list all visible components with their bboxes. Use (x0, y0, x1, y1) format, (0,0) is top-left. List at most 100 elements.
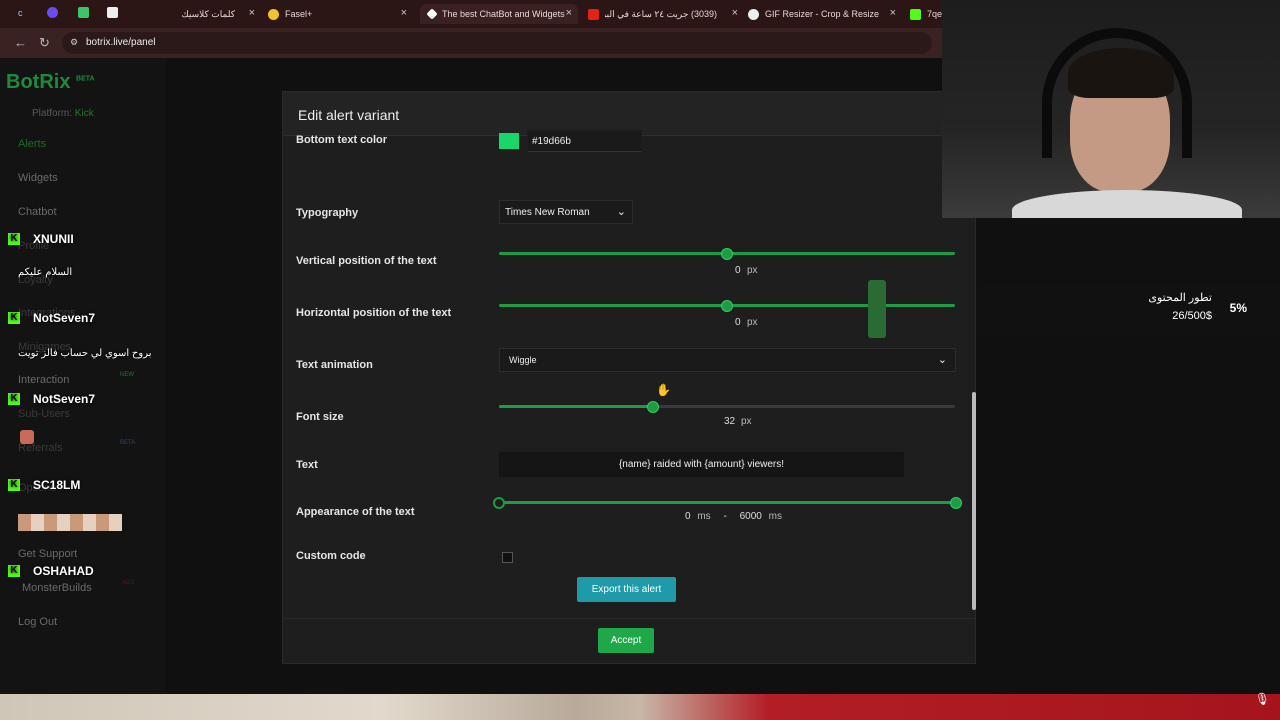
close-icon[interactable]: × (249, 7, 255, 19)
font-size-knob[interactable] (647, 401, 659, 413)
kick-icon: K (8, 479, 20, 491)
horizontal-position-knob[interactable] (721, 300, 733, 312)
chat-username: SC18LM (33, 478, 81, 492)
beta-badge: BETA (120, 440, 136, 446)
appearance-range-slider[interactable] (499, 501, 957, 504)
shirt (1012, 190, 1242, 218)
reload-icon[interactable]: ↻ (39, 35, 50, 51)
address-bar: ← ↻ ⚙ botrix.live/panel (0, 28, 942, 58)
emote-icon (20, 430, 34, 444)
export-alert-button[interactable]: Export this alert (577, 577, 676, 602)
text-input-value: {name} raided with {amount} viewers! (618, 459, 785, 470)
goal-name: تطور المحتوى (1148, 292, 1212, 304)
text-input[interactable]: {name} raided with {amount} viewers! (499, 452, 904, 477)
tab-0[interactable]: كلمات كلاسيك × (125, 4, 255, 24)
chat-user: K OSHAHAD (8, 564, 94, 578)
goal-progress: 26/500$ (1172, 310, 1212, 322)
accept-label: Accept (610, 635, 642, 646)
kick-icon (910, 8, 921, 20)
botrix-icon (426, 8, 438, 20)
appearance-end-knob[interactable] (950, 497, 962, 509)
vertical-position-value: 0 (735, 265, 741, 276)
close-icon[interactable]: × (890, 7, 896, 19)
kick-icon: K (8, 312, 20, 324)
sidebar-item-get-support[interactable]: Get Support (18, 548, 77, 560)
close-icon[interactable]: × (401, 7, 407, 19)
modal-scrollbar[interactable] (972, 392, 976, 610)
kick-icon: K (8, 233, 20, 245)
chat-username: NotSeven7 (33, 392, 96, 406)
sidebar-item-chatbot[interactable]: Chatbot (18, 206, 57, 218)
notes-icon[interactable] (107, 7, 118, 18)
site-info-icon[interactable]: ⚙ (70, 37, 78, 48)
tab-3[interactable]: (3039) جريت ٢٤ ساعة في البر لحالي × (588, 4, 738, 24)
color-swatch[interactable] (499, 133, 519, 149)
goal-percent: 5% (1229, 301, 1247, 315)
font-size-unit: px (741, 416, 752, 427)
proton-icon[interactable] (47, 7, 58, 18)
appearance-start-knob[interactable] (493, 497, 505, 509)
tab-4[interactable]: GIF Resizer - Crop & Resize Animated × (748, 4, 896, 24)
font-size-slider-fill (499, 405, 653, 408)
app-icon[interactable]: c (18, 8, 23, 18)
url-text: botrix.live/panel (86, 37, 156, 48)
chat-username: XNUNII (33, 232, 74, 246)
close-icon[interactable]: × (732, 7, 738, 19)
logo-badge: BETA (76, 75, 95, 83)
appearance-values: 0 ms - 6000 ms (685, 511, 782, 522)
sidebar-item-sub-users[interactable]: Sub-Users (18, 408, 70, 420)
tab-title: GIF Resizer - Crop & Resize Animated (765, 9, 880, 19)
custom-code-checkbox[interactable] (502, 552, 513, 563)
tab-title: 7qe (927, 9, 942, 19)
bottom-image-strip: 🎙 (0, 692, 1280, 720)
edit-alert-modal: Edit alert variant Bottom text color #19… (282, 91, 976, 664)
chat-user: K NotSeven7 (8, 311, 95, 325)
kick-icon: K (8, 565, 20, 577)
close-icon[interactable]: × (566, 7, 572, 19)
tab-2[interactable]: The best ChatBot and Widgets × (420, 4, 578, 24)
tab-title: Fasel+ (285, 9, 313, 19)
typography-select[interactable]: Times New Roman ⌄ (499, 200, 633, 224)
refresh-ext-icon[interactable] (78, 7, 89, 18)
sidebar-item-interaction[interactable]: Interaction (18, 374, 69, 386)
sidebar-item-log-out[interactable]: Log Out (18, 616, 57, 628)
youtube-icon (588, 8, 599, 20)
accept-button[interactable]: Accept (598, 628, 654, 653)
sidebar-item-alerts[interactable]: Alerts (18, 138, 46, 150)
text-animation-label: Text animation (296, 359, 373, 371)
text-animation-select[interactable]: Wiggle ⌄ (499, 348, 956, 372)
tab-title: كلمات كلاسيك (181, 8, 235, 19)
bottom-text-color-input[interactable]: #19d66b (527, 130, 642, 152)
chat-user: K SC18LM (8, 478, 80, 492)
emote-strip-image (18, 514, 122, 531)
typography-value: Times New Roman (505, 207, 590, 218)
hand-cursor-icon: ✋ (656, 383, 671, 397)
chat-user: K NotSeven7 (8, 392, 95, 406)
sidebar-item-monsterbuilds[interactable]: MonsterBuilds (22, 582, 92, 594)
cursor-highlight (868, 280, 886, 338)
platform-label: Platform: (32, 108, 73, 119)
font-size-label: Font size (296, 411, 344, 423)
export-alert-label: Export this alert (591, 584, 662, 595)
tab-5[interactable]: 7qe (910, 4, 942, 24)
logo[interactable]: BotRix BETA (6, 71, 95, 94)
gif-icon (748, 8, 759, 20)
vertical-position-unit: px (747, 265, 758, 276)
new-badge: NEW (120, 372, 134, 378)
appearance-to: 6000 (739, 511, 762, 522)
chat-message: السلام عليكم (18, 267, 73, 278)
kick-icon: K (8, 393, 20, 405)
back-icon[interactable]: ← (14, 35, 27, 50)
tab-1[interactable]: Fasel+ × (268, 4, 413, 24)
browser-tab-bar: c كلمات كلاسيك × Fasel+ × The best ChatB… (0, 0, 942, 28)
text-animation-value: Wiggle (509, 355, 537, 365)
url-field[interactable]: ⚙ botrix.live/panel (62, 32, 932, 54)
hair (1068, 48, 1174, 98)
chevron-down-icon: ⌄ (937, 354, 947, 366)
vertical-position-knob[interactable] (721, 248, 733, 260)
horizontal-position-label: Horizontal position of the text (296, 307, 452, 319)
chat-username: NotSeven7 (33, 311, 96, 325)
platform-line: Platform: Kick (32, 108, 94, 119)
tab-title: The best ChatBot and Widgets (442, 9, 565, 19)
sidebar-item-widgets[interactable]: Widgets (18, 172, 58, 184)
